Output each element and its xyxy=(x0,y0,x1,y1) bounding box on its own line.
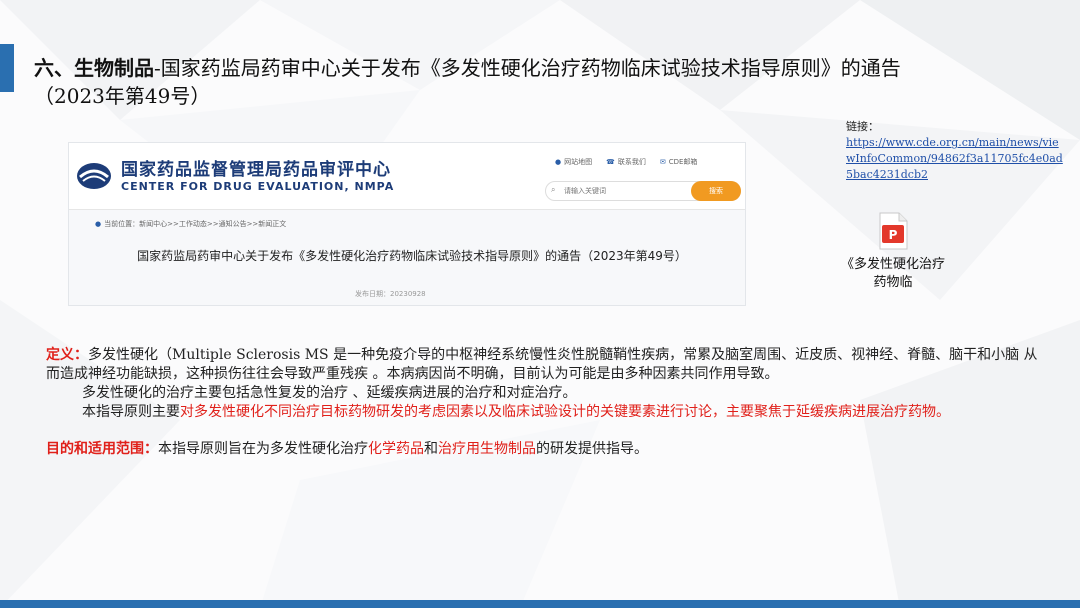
site-search-input[interactable] xyxy=(564,184,674,198)
treatment-paragraph: 多发性硬化的治疗主要包括急性复发的治疗 、延缓疾病进展的治疗和对症治疗。 xyxy=(82,385,577,401)
scope-paragraph: 目的和适用范围：本指导原则旨在为多发性硬化治疗化学药品和治疗用生物制品的研发提供… xyxy=(46,441,648,457)
site-top-links: ● 网站地图 ☎ 联系我们 ✉ CDE邮箱 xyxy=(555,157,697,167)
site-name-cn: 国家药品监督管理局药品审评中心 xyxy=(121,160,391,180)
site-name-en: CENTER FOR DRUG EVALUATION, NMPA xyxy=(121,180,395,193)
pdf-icon: P xyxy=(878,212,908,250)
site-publish-date: 发布日期：20230928 xyxy=(355,290,426,298)
slide-title: 六、生物制品-国家药监局药审中心关于发布《多发性硬化治疗药物临床试验技术指导原则… xyxy=(34,54,1034,110)
site-search-button[interactable]: 搜索 xyxy=(691,181,741,201)
scope-chemical: 化学药品 xyxy=(368,441,424,457)
title-text: -国家药监局药审中心关于发布《多发性硬化治疗药物临床试验技术指导原则》的通告 xyxy=(154,56,901,80)
cde-logo-icon xyxy=(77,163,111,189)
scope-label: 目的和适用范围： xyxy=(46,441,158,457)
site-article-title: 国家药监局药审中心关于发布《多发性硬化治疗药物临床试验技术指导原则》的通告（20… xyxy=(137,249,687,263)
title-section: 六、生物制品 xyxy=(34,56,154,80)
svg-text:P: P xyxy=(889,228,898,242)
title-accent-bar xyxy=(0,44,14,92)
source-link[interactable]: https://www.cde.org.cn/main/news/viewInf… xyxy=(846,136,1063,181)
pdf-filename: 《多发性硬化治疗药物临 xyxy=(840,257,945,290)
site-link-mail[interactable]: ✉ CDE邮箱 xyxy=(660,157,698,167)
definition-text: 多发性硬化（Multiple Sclerosis MS 是一种免疫介导的中枢神经… xyxy=(46,347,1038,382)
pdf-attachment[interactable]: P 《多发性硬化治疗药物临 xyxy=(838,212,948,292)
title-number: （2023年第49号） xyxy=(34,84,211,108)
location-pin-icon: ● xyxy=(95,220,102,228)
slide-body: 定义：多发性硬化（Multiple Sclerosis MS 是一种免疫介导的中… xyxy=(46,346,1040,459)
definition-label: 定义： xyxy=(46,347,88,363)
principle-paragraph: 本指导原则主要对多发性硬化不同治疗目标药物研发的考虑因素以及临床试验设计的关键要… xyxy=(82,404,950,420)
mail-icon: ✉ xyxy=(659,158,666,166)
site-search-bar: ⌕ 搜索 xyxy=(545,181,741,201)
location-icon: ● xyxy=(555,158,562,166)
scope-biological: 治疗用生物制品 xyxy=(438,441,536,457)
site-link-sitemap[interactable]: ● 网站地图 xyxy=(555,157,592,167)
website-screenshot: 国家药品监督管理局药品审评中心 CENTER FOR DRUG EVALUATI… xyxy=(68,142,746,306)
site-breadcrumb: ● 当前位置：新闻中心>>工作动态>>通知公告>>新闻正文 xyxy=(95,220,287,228)
search-icon: ⌕ xyxy=(551,185,556,194)
definition-paragraph: 定义：多发性硬化（Multiple Sclerosis MS 是一种免疫介导的中… xyxy=(46,346,1040,384)
link-label: 链接： xyxy=(846,120,879,133)
principle-highlight: 对多发性硬化不同治疗目标药物研发的考虑因素以及临床试验设计的关键要素进行讨论，主… xyxy=(180,404,950,420)
phone-icon: ☎ xyxy=(606,158,615,166)
site-link-contact[interactable]: ☎ 联系我们 xyxy=(606,157,646,167)
source-link-box: 链接： https://www.cde.org.cn/main/news/vie… xyxy=(846,119,1066,183)
site-header: 国家药品监督管理局药品审评中心 CENTER FOR DRUG EVALUATI… xyxy=(69,143,745,210)
bottom-accent-bar xyxy=(0,600,1080,608)
